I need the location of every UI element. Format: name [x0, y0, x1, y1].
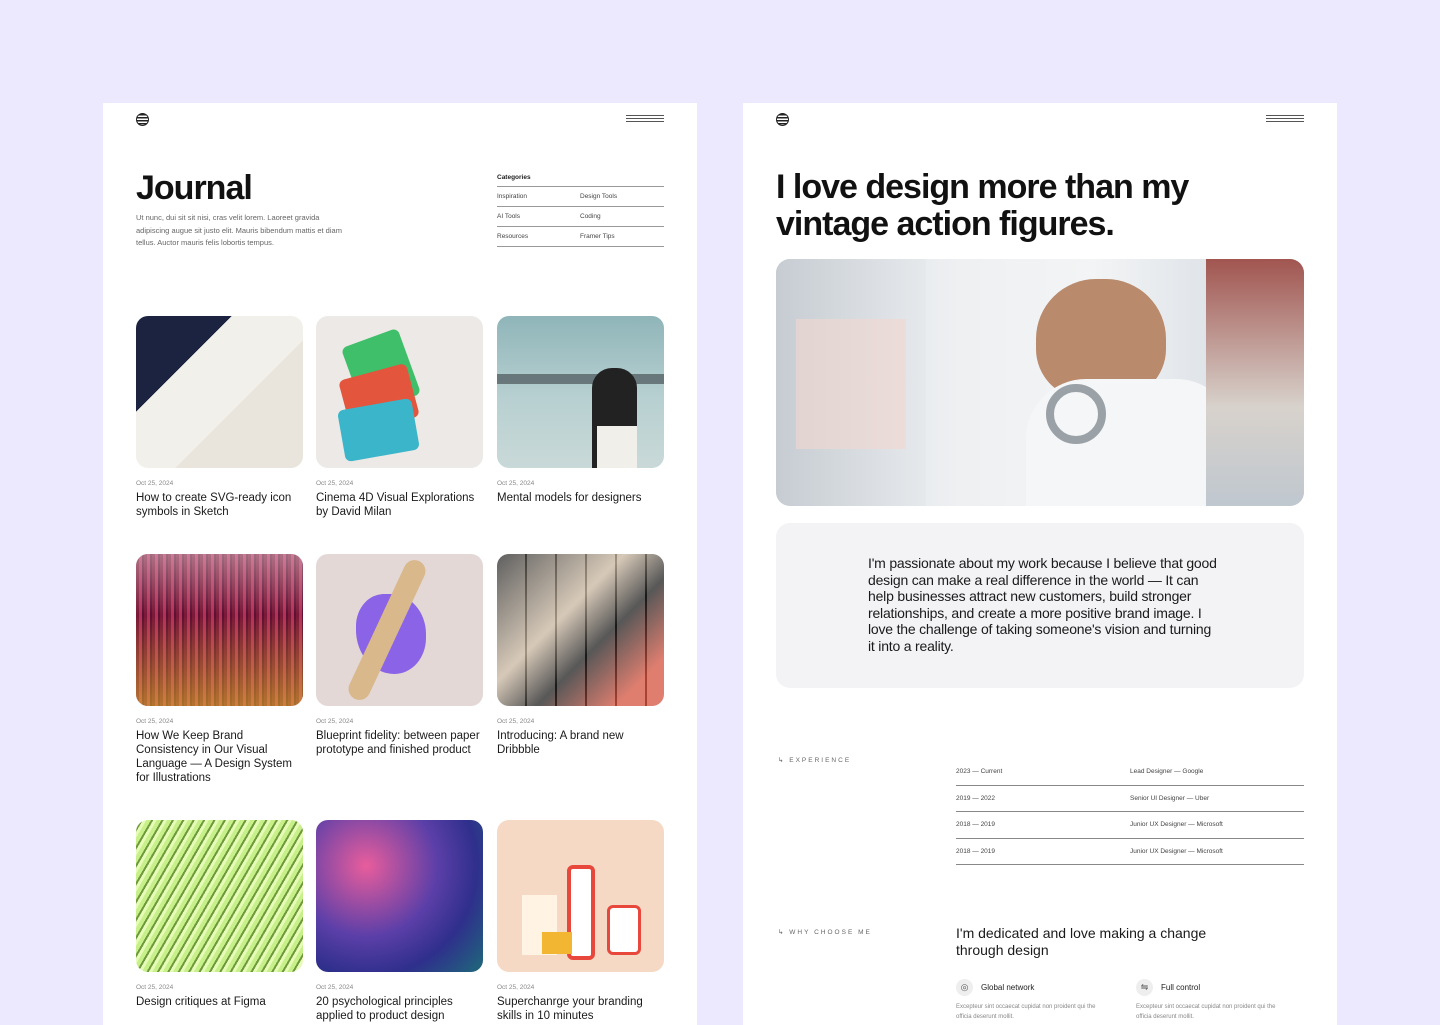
experience-row: 2019 — 2022 Senior UI Designer — Uber — [956, 786, 1304, 812]
post-thumbnail[interactable] — [316, 554, 483, 706]
experience-period: 2018 — 2019 — [956, 821, 996, 829]
post-card[interactable]: Oct 25, 2024 Introducing: A brand new Dr… — [497, 554, 664, 757]
post-date: Oct 25, 2024 — [497, 480, 535, 487]
experience-list: 2023 — Current Lead Designer — Google 20… — [956, 759, 1304, 865]
post-title[interactable]: How to create SVG-ready icon symbols in … — [136, 491, 303, 519]
categories: Categories Inspiration Design Tools AI T… — [497, 174, 664, 247]
page-title: Journal — [136, 169, 253, 207]
post-date: Oct 25, 2024 — [136, 718, 174, 725]
post-title[interactable]: Superchanrge your branding skills in 10 … — [497, 995, 664, 1023]
post-date: Oct 25, 2024 — [136, 984, 174, 991]
hero-image — [776, 259, 1304, 506]
feature-description: Excepteur sint occaecat cupidat non proi… — [956, 1004, 1096, 1020]
category-row: Resources Framer Tips — [497, 227, 664, 247]
post-date: Oct 25, 2024 — [497, 984, 535, 991]
post-date: Oct 25, 2024 — [497, 718, 535, 725]
why-choose-label: ↳ WHY CHOOSE ME — [778, 929, 872, 936]
why-choose-title: I'm dedicated and love making a change t… — [956, 925, 1207, 958]
post-title[interactable]: Design critiques at Figma — [136, 995, 303, 1009]
about-panel: I love design more than my vintage actio… — [743, 103, 1337, 1025]
category-link[interactable]: Resources — [497, 233, 580, 240]
post-card[interactable]: Oct 25, 2024 Mental models for designers — [497, 316, 664, 505]
quote-card: I'm passionate about my work because I b… — [776, 523, 1304, 688]
category-link[interactable]: Inspiration — [497, 193, 580, 200]
post-date: Oct 25, 2024 — [316, 984, 354, 991]
post-card[interactable]: Oct 25, 2024 Cinema 4D Visual Exploratio… — [316, 316, 483, 519]
post-thumbnail[interactable] — [497, 820, 664, 972]
post-title[interactable]: How We Keep Brand Consistency in Our Vis… — [136, 729, 303, 785]
menu-icon[interactable] — [626, 115, 664, 123]
post-thumbnail[interactable] — [136, 554, 303, 706]
post-date: Oct 25, 2024 — [136, 480, 174, 487]
journal-panel: Journal Ut nunc, dui sit sit nisi, cras … — [103, 103, 697, 1025]
feature-item: ⇋ Full control Excepteur sint occaecat c… — [1136, 979, 1286, 1022]
post-title[interactable]: Mental models for designers — [497, 491, 664, 505]
post-card[interactable]: Oct 25, 2024 20 psychological principles… — [316, 820, 483, 1023]
post-title[interactable]: Blueprint fidelity: between paper protot… — [316, 729, 483, 757]
experience-row: 2018 — 2019 Junior UX Designer — Microso… — [956, 839, 1304, 865]
sliders-icon: ⇋ — [1136, 979, 1153, 996]
feature-description: Excepteur sint occaecat cupidat non proi… — [1136, 1004, 1276, 1020]
globe-icon: ◎ — [956, 979, 973, 996]
post-thumbnail[interactable] — [316, 820, 483, 972]
logo-icon[interactable] — [776, 113, 789, 126]
page-description: Ut nunc, dui sit sit nisi, cras velit lo… — [136, 213, 342, 247]
post-thumbnail[interactable] — [497, 554, 664, 706]
post-thumbnail[interactable] — [497, 316, 664, 468]
category-link[interactable]: Coding — [580, 213, 663, 220]
experience-role: Senior UI Designer — Uber — [1130, 794, 1210, 802]
experience-role: Junior UX Designer — Microsoft — [1130, 847, 1223, 855]
experience-period: 2018 — 2019 — [956, 847, 996, 855]
category-link[interactable]: Framer Tips — [580, 233, 663, 240]
post-date: Oct 25, 2024 — [316, 718, 354, 725]
post-card[interactable]: Oct 25, 2024 How to create SVG-ready ico… — [136, 316, 303, 519]
feature-title: Full control — [1161, 983, 1201, 992]
feature-title: Global network — [981, 983, 1035, 992]
feature-item: ◎ Global network Excepteur sint occaecat… — [956, 979, 1106, 1022]
post-title[interactable]: Cinema 4D Visual Explorations by David M… — [316, 491, 483, 519]
experience-period: 2023 — Current — [956, 768, 1003, 776]
category-link[interactable]: AI Tools — [497, 213, 580, 220]
post-title[interactable]: Introducing: A brand new Dribbble — [497, 729, 664, 757]
category-row: AI Tools Coding — [497, 207, 664, 227]
post-title[interactable]: 20 psychological principles applied to p… — [316, 995, 483, 1023]
post-card[interactable]: Oct 25, 2024 Design critiques at Figma — [136, 820, 303, 1009]
categories-title: Categories — [497, 174, 664, 187]
menu-icon[interactable] — [1266, 115, 1304, 123]
post-card[interactable]: Oct 25, 2024 How We Keep Brand Consisten… — [136, 554, 303, 785]
page-title: I love design more than my vintage actio… — [776, 168, 1189, 243]
category-row: Inspiration Design Tools — [497, 187, 664, 207]
category-link[interactable]: Design Tools — [580, 193, 663, 200]
experience-row: 2023 — Current Lead Designer — Google — [956, 759, 1304, 786]
experience-role: Lead Designer — Google — [1130, 768, 1204, 776]
post-date: Oct 25, 2024 — [316, 480, 354, 487]
experience-role: Junior UX Designer — Microsoft — [1130, 821, 1223, 829]
experience-label: ↳ EXPERIENCE — [778, 757, 852, 764]
post-card[interactable]: Oct 25, 2024 Blueprint fidelity: between… — [316, 554, 483, 757]
post-thumbnail[interactable] — [316, 316, 483, 468]
post-card[interactable]: Oct 25, 2024 Superchanrge your branding … — [497, 820, 664, 1023]
experience-row: 2018 — 2019 Junior UX Designer — Microso… — [956, 812, 1304, 839]
quote-text: I'm passionate about my work because I b… — [868, 555, 1217, 654]
post-thumbnail[interactable] — [136, 820, 303, 972]
post-thumbnail[interactable] — [136, 316, 303, 468]
experience-period: 2019 — 2022 — [956, 794, 996, 802]
logo-icon[interactable] — [136, 113, 149, 126]
